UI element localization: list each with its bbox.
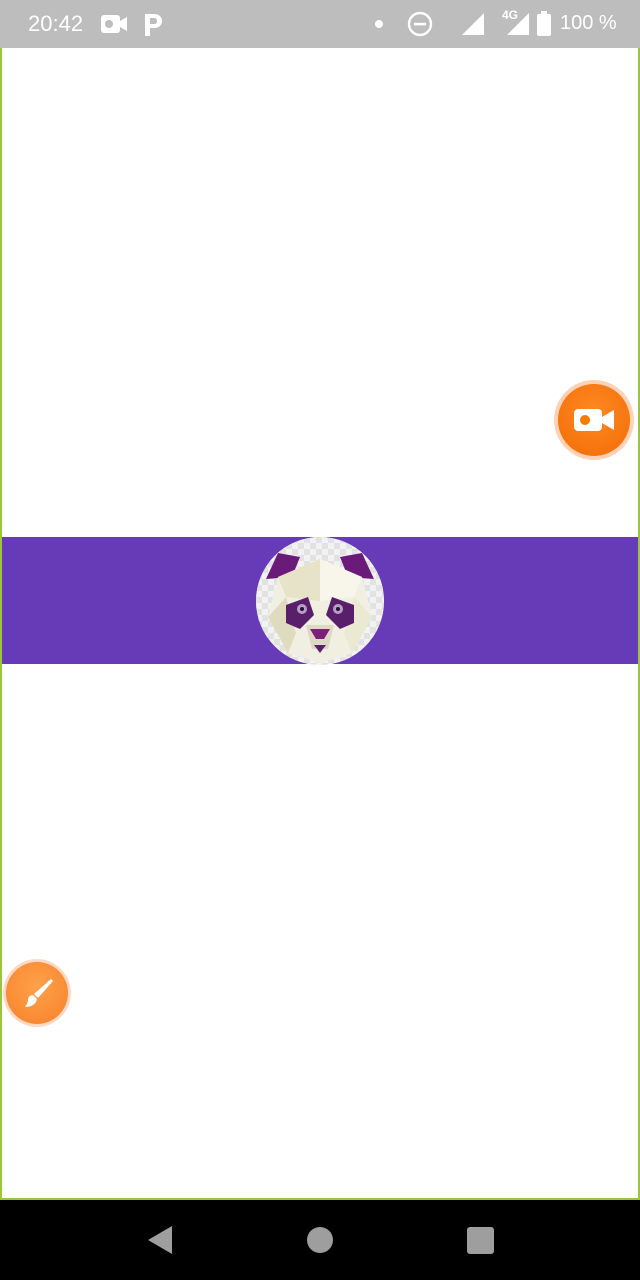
paintbrush-icon bbox=[25, 979, 53, 1007]
navigation-bar bbox=[0, 1200, 640, 1280]
home-icon[interactable] bbox=[304, 1222, 336, 1258]
dot-icon bbox=[375, 20, 383, 28]
panda-icon bbox=[256, 537, 384, 665]
panda-avatar[interactable] bbox=[256, 537, 384, 665]
signal-icon bbox=[462, 13, 484, 35]
battery-icon bbox=[537, 11, 551, 36]
signal-4g-icon bbox=[507, 13, 529, 35]
video-camera-icon bbox=[574, 409, 614, 431]
recents-icon[interactable] bbox=[464, 1222, 496, 1258]
status-bar: 20:42 4G 100 % bbox=[0, 0, 640, 48]
record-video-button[interactable] bbox=[554, 380, 634, 460]
do-not-disturb-icon bbox=[407, 11, 433, 37]
video-camera-icon bbox=[101, 15, 127, 33]
back-icon[interactable] bbox=[144, 1222, 174, 1258]
parking-p-icon bbox=[145, 14, 162, 36]
brush-button[interactable] bbox=[3, 959, 71, 1027]
battery-percentage: 100 % bbox=[560, 12, 617, 34]
status-time: 20:42 bbox=[28, 11, 84, 36]
